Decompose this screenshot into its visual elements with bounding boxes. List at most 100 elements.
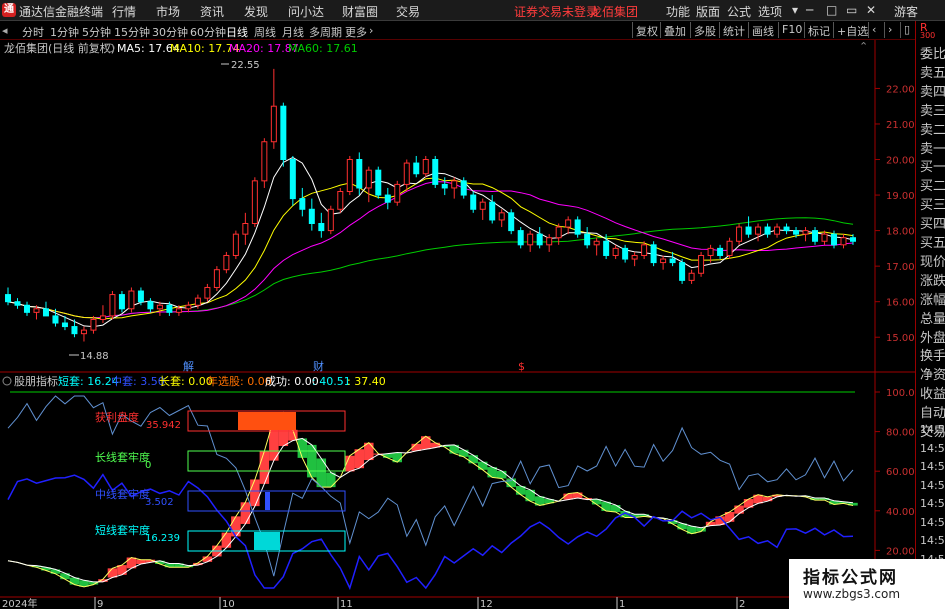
candle-body <box>698 254 705 274</box>
candle-body <box>99 315 106 320</box>
quote-side-panel: R 300 委比 卖五 卖四 卖三 卖二 卖一 买一 买二 买三 买四 买五 现价 涨跌 涨幅 总量 外盘 换手… <box>915 21 945 609</box>
candle-body <box>565 219 572 228</box>
low-price-label: 14.88 <box>80 351 109 362</box>
candle-body <box>802 230 809 235</box>
date-label-oct: 10 <box>222 599 235 609</box>
chart-title: 龙佰集团(日线 前复权) <box>4 41 115 55</box>
event-dividend-marker[interactable]: $ <box>518 360 525 373</box>
candle-body <box>327 208 334 232</box>
candle-body <box>42 308 49 317</box>
candle-body <box>270 105 277 143</box>
indicator-year-pick: 年选股: 0.00 <box>207 374 272 388</box>
candle-body <box>5 294 11 303</box>
candle-body <box>375 169 382 196</box>
quote-row-label[interactable]: 买五 <box>920 232 945 251</box>
price-tick-label: 22.00 <box>886 84 915 95</box>
ma60-line <box>7 217 854 319</box>
candle-body <box>574 219 581 235</box>
candle-body <box>137 290 144 303</box>
tick-time-label: 14:56 <box>920 441 945 455</box>
quote-row-label[interactable]: 现价 <box>920 251 945 270</box>
tick-time-label: 14:56 <box>920 423 945 436</box>
event-unlock-marker[interactable]: 解 <box>183 359 194 373</box>
quote-row-label[interactable]: 买二 <box>920 175 945 194</box>
candle-body <box>812 230 819 242</box>
candle-body <box>546 237 553 246</box>
indicator-tick-label: 60.00 <box>886 467 915 478</box>
indicator-tick-label: 40.00 <box>886 507 915 518</box>
gauge-profit-value: 35.942 <box>146 420 181 431</box>
candle-body <box>346 159 353 193</box>
candle-body <box>669 258 676 264</box>
quote-row-label[interactable]: 卖四 <box>920 81 945 100</box>
candle-body <box>555 226 562 239</box>
indicator-long-trap: 长套: 0.00 <box>159 375 213 388</box>
candle-body <box>299 198 306 210</box>
candle-body <box>470 194 477 210</box>
candle-body <box>840 237 847 246</box>
quote-row-label[interactable]: 买四 <box>920 213 945 232</box>
candle-body <box>831 233 838 246</box>
candle-body <box>166 304 173 313</box>
indicator-short-trap: 短套: 16.24 <box>58 374 119 388</box>
gauge-profit-label: 获利盘度 <box>95 410 139 424</box>
candle-body <box>33 308 40 313</box>
candle-body <box>261 141 268 182</box>
candle-body <box>821 233 828 242</box>
candle-body <box>688 272 695 281</box>
candlestick-series <box>5 68 856 342</box>
quote-row-label[interactable]: 卖一 <box>920 138 945 157</box>
indicator-name: 股朋指标 <box>14 374 58 388</box>
candle-body <box>223 254 230 271</box>
indicator-tick-label: 80.00 <box>886 428 915 439</box>
panel-top-number: 300 <box>920 31 936 40</box>
quote-row-label[interactable]: 自动 <box>920 402 945 421</box>
date-label-jan: 1 <box>619 599 625 609</box>
quote-row-label[interactable]: 外盘 <box>920 327 945 346</box>
candle-body <box>156 304 163 310</box>
quote-row-label[interactable]: 换手 <box>920 345 945 364</box>
quote-row-label[interactable]: 买三 <box>920 194 945 213</box>
candle-body <box>850 237 856 242</box>
collapse-chevron-icon[interactable]: ⌃ <box>859 40 868 53</box>
price-tick-label: 19.00 <box>886 191 915 202</box>
candle-body <box>118 294 125 310</box>
quote-row-label[interactable]: 卖五 <box>920 62 945 81</box>
tick-time-label: 14:56 <box>920 460 945 473</box>
quote-row-label[interactable]: 买一 <box>920 156 945 175</box>
quote-row-label[interactable]: 总量 <box>920 308 945 327</box>
indicator-settings-icon[interactable] <box>2 376 12 386</box>
quote-row-label[interactable]: 卖三 <box>920 100 945 119</box>
candle-body <box>726 240 733 256</box>
quote-row-label[interactable]: 涨幅 <box>920 289 945 308</box>
indicator-axis: 100.0 80.00 60.00 40.00 20.00 <box>875 388 915 557</box>
candle-body <box>90 318 97 331</box>
candle-body <box>660 258 667 264</box>
price-tick-label: 17.00 <box>886 262 915 273</box>
quote-row-label[interactable]: 净资 <box>920 364 945 383</box>
moving-average-lines <box>7 156 854 328</box>
price-axis: 22.00 21.00 20.00 19.00 18.00 17.00 16.00 15.00 <box>875 84 915 344</box>
candle-body <box>23 304 30 313</box>
candle-body <box>251 180 258 224</box>
quote-row-label[interactable]: 涨跌 <box>920 270 945 289</box>
candle-body <box>80 329 87 335</box>
gauge-mid-label: 中线套牢度 <box>95 487 150 501</box>
candle-body <box>109 294 116 317</box>
candle-body <box>280 105 287 161</box>
candle-body <box>536 233 543 246</box>
tick-time-label: 14:56 <box>920 534 945 547</box>
gauge-mid-fill <box>265 492 270 510</box>
candle-body <box>774 226 781 235</box>
quote-row-label[interactable]: 收益 <box>920 383 945 402</box>
candle-body <box>147 301 154 310</box>
event-finance-marker[interactable]: 财 <box>313 359 324 373</box>
quote-row-label[interactable]: 卖二 <box>920 119 945 138</box>
candle-body <box>71 326 78 335</box>
candle-body <box>612 247 619 256</box>
kline-chart[interactable]: 22.00 21.00 20.00 19.00 18.00 17.00 16.00 15.00… <box>0 0 915 609</box>
candle-body <box>793 230 800 235</box>
candle-body <box>384 194 391 203</box>
candle-body <box>631 254 638 260</box>
quote-row-label[interactable]: 委比 <box>920 43 945 62</box>
